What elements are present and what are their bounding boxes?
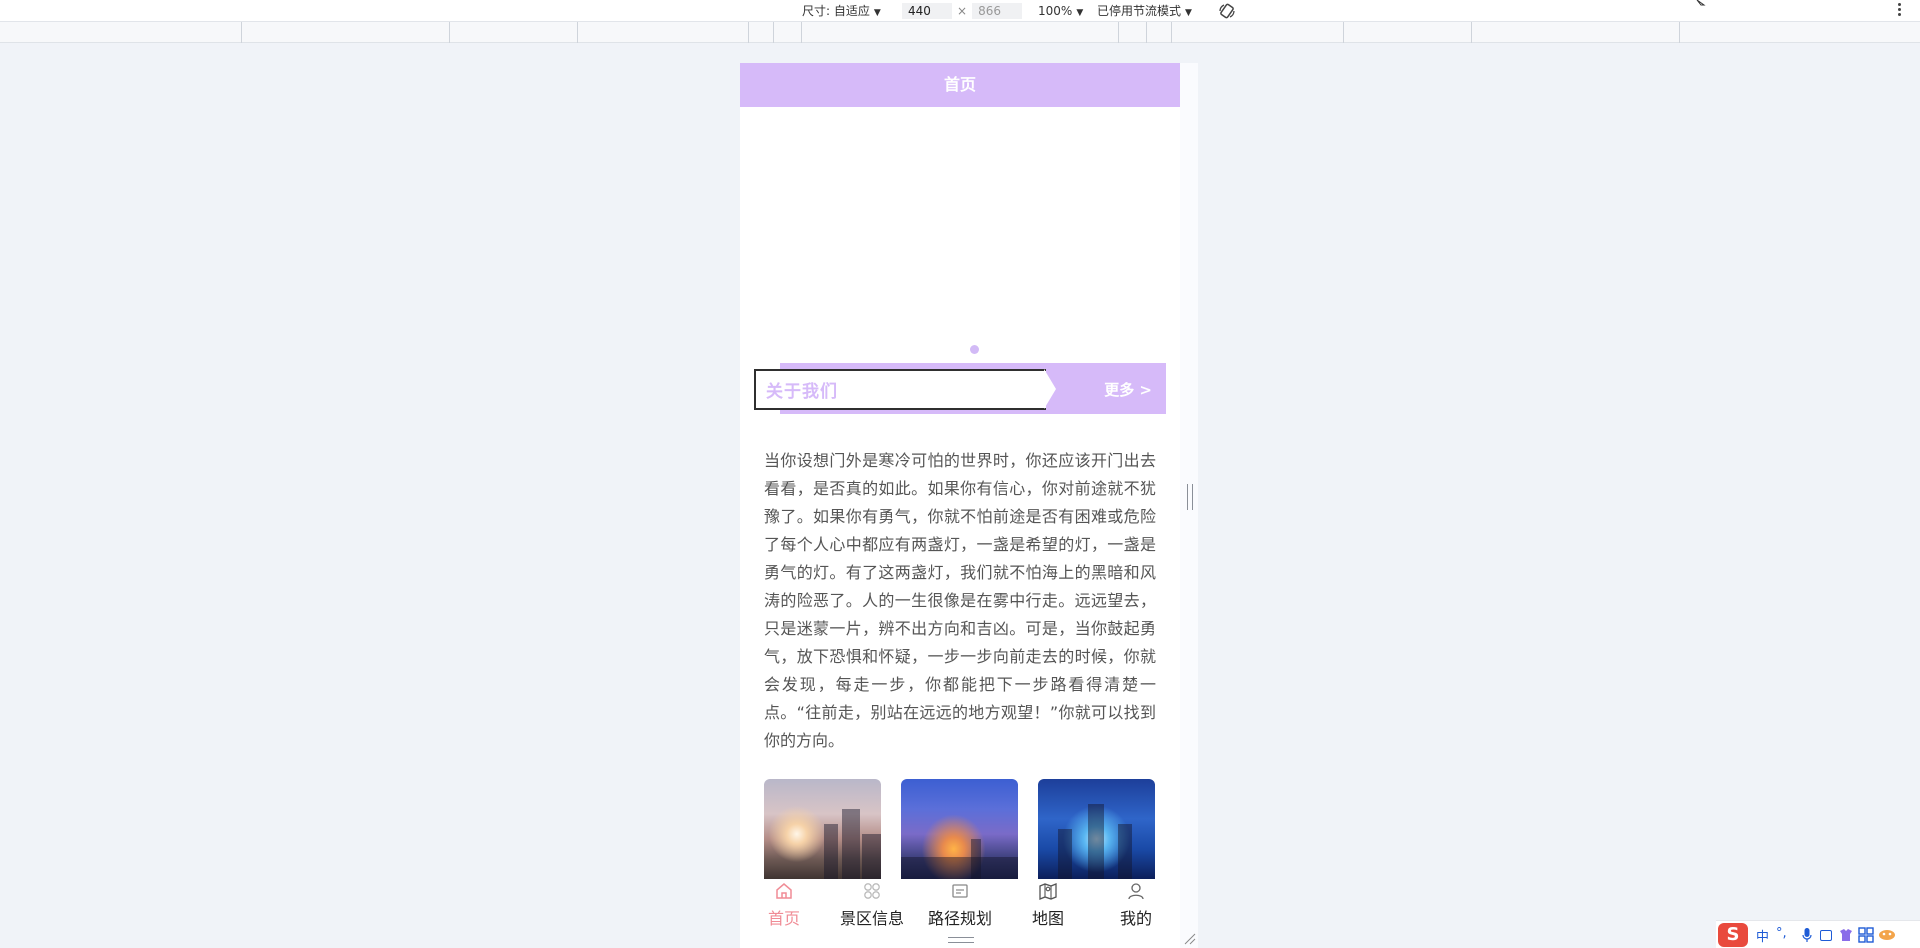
caret-down-icon: ▼ — [873, 8, 881, 18]
more-link[interactable]: 更多 > — [1104, 379, 1152, 400]
toolbox-icon[interactable] — [1858, 927, 1874, 943]
user-icon — [1128, 883, 1144, 900]
ime-mode[interactable]: 中 — [1756, 926, 1769, 945]
phone-viewport: 首页 关于我们 更多 > 当你设想门外是寒冷可怕的世界时，你还应该开门出去看看，… — [740, 63, 1180, 948]
tab-mine[interactable]: 我的 — [1092, 879, 1180, 931]
tab-map[interactable]: 地图 — [1004, 879, 1092, 931]
tab-label: 路径规划 — [927, 909, 992, 928]
tab-label: 我的 — [1119, 909, 1152, 928]
section-title-arrow — [1044, 369, 1056, 409]
corner-resize-icon[interactable] — [1183, 932, 1196, 945]
tab-label: 景区信息 — [839, 909, 904, 928]
dimensions-dropdown[interactable]: 尺寸: 自适应 ▼ — [802, 3, 881, 19]
caret-down-icon: ▼ — [1185, 8, 1192, 18]
tab-scenic-info[interactable]: 景区信息 — [828, 879, 916, 931]
grid-icon — [864, 883, 880, 899]
page-title: 首页 — [740, 63, 1180, 107]
zoom-dropdown[interactable]: 100% ▼ — [1038, 3, 1083, 19]
media-query-bar[interactable] — [0, 22, 1920, 43]
map-icon — [1039, 883, 1057, 900]
dimensions-label: 尺寸: 自适应 — [802, 4, 870, 18]
sogou-ime-logo[interactable]: S — [1718, 923, 1748, 947]
tab-home[interactable]: 首页 — [740, 879, 828, 931]
gallery-image-digital-city[interactable] — [1038, 779, 1155, 879]
banner-carousel[interactable] — [740, 107, 1180, 354]
ime-tray: S 中 °, — [1716, 920, 1920, 948]
browser-stage: 尺寸: 自适应 ▼ 440 × 866 100% ▼ 已停用节流模式 ▼ 首页 … — [0, 0, 1920, 948]
throttle-label: 已停用节流模式 — [1097, 4, 1182, 18]
height-resize-handle[interactable] — [948, 937, 974, 943]
rotate-icon[interactable] — [1218, 2, 1236, 20]
tab-label: 首页 — [767, 909, 800, 928]
height-input[interactable]: 866 — [972, 3, 1023, 19]
gallery-image-night-harbor[interactable] — [901, 779, 1018, 879]
mouse-cursor-icon — [1696, 0, 1706, 6]
route-icon — [952, 884, 968, 898]
width-input[interactable]: 440 — [902, 3, 952, 19]
more-options-icon[interactable] — [1898, 3, 1902, 17]
gallery-image-city-sunset[interactable] — [764, 779, 881, 879]
about-title: 关于我们 — [766, 382, 838, 402]
throttle-dropdown[interactable]: 已停用节流模式 ▼ — [1097, 3, 1192, 19]
zoom-label: 100% — [1038, 4, 1073, 18]
about-section-header: 关于我们 更多 > — [754, 363, 1166, 414]
device-toolbar: 尺寸: 自适应 ▼ 440 × 866 100% ▼ 已停用节流模式 ▼ — [0, 0, 1920, 22]
image-gallery — [764, 779, 1156, 879]
tab-label: 地图 — [1031, 909, 1064, 928]
punctuation-icon[interactable]: °, — [1776, 926, 1787, 941]
about-article-text: 当你设想门外是寒冷可怕的世界时，你还应该开门出去看看，是否真的如此。如果你有信心… — [764, 451, 1156, 750]
home-icon — [776, 883, 792, 899]
mascot-icon[interactable] — [1878, 929, 1896, 941]
carousel-indicator-dot[interactable] — [970, 345, 979, 354]
tab-route-planning[interactable]: 路径规划 — [916, 879, 1004, 931]
caret-down-icon: ▼ — [1076, 8, 1084, 18]
keyboard-icon[interactable] — [1820, 930, 1832, 941]
times-sign: × — [957, 4, 968, 18]
width-field-wrap: 440 × 866 — [902, 3, 1023, 19]
microphone-icon[interactable] — [1802, 927, 1812, 943]
skin-icon[interactable] — [1838, 927, 1854, 943]
width-resize-handle[interactable] — [1187, 484, 1193, 510]
